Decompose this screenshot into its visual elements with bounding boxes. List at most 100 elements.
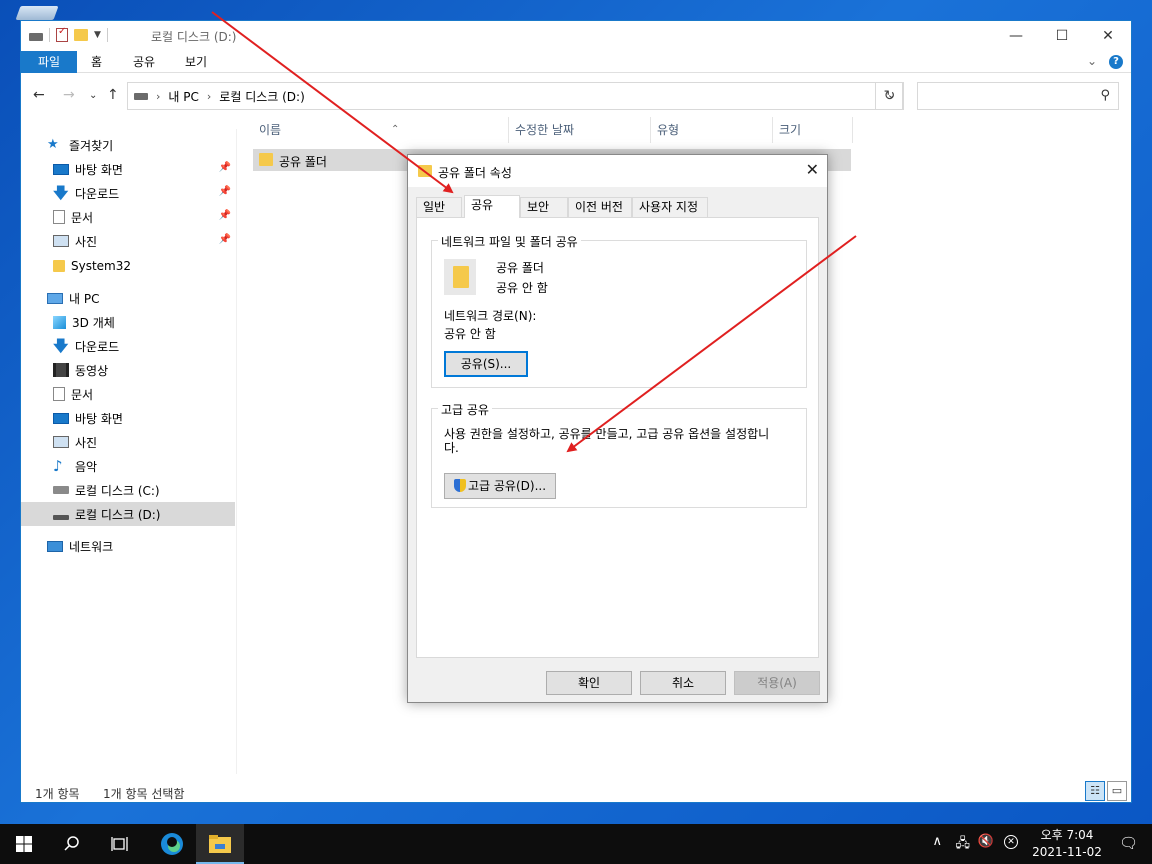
edge-icon <box>161 833 183 855</box>
address-bar[interactable]: › 내 PC › 로컬 디스크 (D:) ⌄ <box>127 82 903 110</box>
chevron-right-icon[interactable]: › <box>156 90 160 103</box>
document-icon <box>53 210 65 224</box>
column-date-modified[interactable]: 수정한 날짜 <box>509 117 651 143</box>
clock[interactable]: 오후 7:04 2021-11-02 <box>1032 827 1102 861</box>
dialog-titlebar: 공유 폴더 속성 ✕ <box>408 155 827 187</box>
recycle-bin-icon[interactable] <box>15 6 59 20</box>
advanced-sharing-button[interactable]: 고급 공유(D)... <box>444 473 556 499</box>
drive-icon <box>53 486 69 494</box>
sidebar-item-music[interactable]: ♪ 음악 <box>21 454 235 478</box>
maximize-button[interactable]: ☐ <box>1039 21 1085 51</box>
computer-icon <box>47 292 63 304</box>
item-count: 1개 항목 <box>35 787 80 801</box>
sidebar-item-documents-pc[interactable]: 문서 <box>21 382 235 406</box>
customize-dropdown-icon[interactable]: ▼ <box>94 30 101 40</box>
tab-home[interactable]: 홈 <box>91 51 102 73</box>
file-explorer-icon <box>209 835 231 853</box>
folder-icon <box>53 260 65 272</box>
file-explorer-button[interactable] <box>196 824 244 864</box>
large-icons-view-icon[interactable]: ▭ <box>1107 781 1127 801</box>
minimize-button[interactable]: — <box>993 21 1039 51</box>
properties-icon[interactable] <box>56 26 68 42</box>
notification-x-icon[interactable]: ✕ <box>1004 835 1018 849</box>
new-folder-icon[interactable] <box>74 29 88 41</box>
search-button[interactable] <box>48 824 96 864</box>
action-center-icon[interactable]: 🗨 <box>1119 834 1138 852</box>
search-input[interactable]: ⚲ <box>917 82 1119 110</box>
details-view-icon[interactable]: ☷ <box>1085 781 1105 801</box>
volume-muted-icon[interactable]: 🔇 <box>978 834 994 849</box>
pictures-icon <box>53 235 69 247</box>
file-name: 공유 폴더 <box>279 155 327 169</box>
recent-dropdown-icon[interactable]: ⌄ <box>89 90 97 101</box>
close-icon[interactable]: ✕ <box>806 160 819 179</box>
sharing-panel: 네트워크 파일 및 폴더 공유 공유 폴더 공유 안 함 네트워크 경로(N):… <box>416 217 819 658</box>
properties-dialog: 공유 폴더 속성 ✕ 일반 공유 보안 이전 버전 사용자 지정 네트워크 파일… <box>407 154 828 703</box>
tab-sharing[interactable]: 공유 <box>464 195 520 218</box>
forward-icon[interactable]: → <box>63 87 75 103</box>
sidebar-item-system32[interactable]: System32 <box>21 254 235 278</box>
sidebar-item-drive-c[interactable]: 로컬 디스크 (C:) <box>21 478 235 502</box>
column-name[interactable]: 이름 ⌃ <box>253 117 509 143</box>
refresh-button[interactable]: ↻ <box>875 82 904 110</box>
network-sharing-group: 네트워크 파일 및 폴더 공유 공유 폴더 공유 안 함 네트워크 경로(N):… <box>431 233 807 388</box>
status-bar: 1개 항목 1개 항목 선택함 ☷ ▭ <box>21 781 1131 803</box>
network-icon[interactable]: 🖧 <box>956 834 971 856</box>
column-type[interactable]: 유형 <box>651 117 773 143</box>
close-button[interactable]: ✕ <box>1085 21 1131 51</box>
tab-view[interactable]: 보기 <box>185 51 207 73</box>
edge-button[interactable] <box>148 824 196 864</box>
sidebar-item-pictures-pc[interactable]: 사진 <box>21 430 235 454</box>
breadcrumb-this-pc[interactable]: 내 PC <box>168 88 198 105</box>
sidebar-item-desktop-pc[interactable]: 바탕 화면 <box>21 406 235 430</box>
sidebar-item-pictures[interactable]: 사진 📌 <box>21 229 235 253</box>
sidebar-item-network[interactable]: 네트워크 <box>21 534 235 558</box>
apply-button[interactable]: 적용(A) <box>734 671 820 695</box>
pin-icon: 📌 <box>218 186 231 197</box>
sidebar-item-downloads[interactable]: 🡇 다운로드 📌 <box>21 181 235 205</box>
up-icon[interactable]: ↑ <box>107 87 119 103</box>
help-icon[interactable]: ? <box>1109 55 1123 69</box>
window-controls: — ☐ ✕ <box>993 21 1131 51</box>
divider <box>49 28 50 42</box>
sidebar-item-this-pc[interactable]: 내 PC <box>21 286 235 310</box>
breadcrumb-drive-d[interactable]: 로컬 디스크 (D:) <box>219 88 304 105</box>
download-icon: 🡇 <box>53 337 69 355</box>
share-state: 공유 안 함 <box>496 281 548 295</box>
tab-file[interactable]: 파일 <box>21 51 77 73</box>
sidebar-item-3d-objects[interactable]: 3D 개체 <box>21 310 235 334</box>
ok-button[interactable]: 확인 <box>546 671 632 695</box>
sidebar-item-drive-d[interactable]: 로컬 디스크 (D:) <box>21 502 235 526</box>
sidebar-item-videos[interactable]: 동영상 <box>21 358 235 382</box>
cancel-button[interactable]: 취소 <box>640 671 726 695</box>
navigation-bar: ← → ⌄ ↑ › 내 PC › 로컬 디스크 (D:) ⌄ ↻ ⚲ <box>21 81 1131 113</box>
chevron-up-icon[interactable]: ∧ <box>932 834 942 849</box>
tab-share[interactable]: 공유 <box>133 51 155 73</box>
sidebar-item-quick-access[interactable]: ★ 즐겨찾기 <box>21 133 235 157</box>
dialog-footer: 확인 취소 적용(A) <box>408 660 827 704</box>
music-note-icon: ♪ <box>53 457 63 475</box>
start-button[interactable] <box>0 824 48 864</box>
column-size[interactable]: 크기 <box>773 117 853 143</box>
network-path-value: 공유 안 함 <box>444 327 496 341</box>
chevron-right-icon[interactable]: › <box>207 90 211 103</box>
sidebar-item-downloads-pc[interactable]: 🡇 다운로드 <box>21 334 235 358</box>
dialog-title: 공유 폴더 속성 <box>438 166 512 180</box>
desktop-icon <box>53 412 69 424</box>
expand-ribbon-icon[interactable]: ⌄ <box>1087 54 1097 68</box>
uac-shield-icon <box>453 479 466 492</box>
pin-icon: 📌 <box>218 162 231 173</box>
task-view-button[interactable] <box>96 824 144 864</box>
share-button[interactable]: 공유(S)... <box>444 351 528 377</box>
tab-general[interactable]: 일반 <box>416 197 462 217</box>
divider <box>106 28 108 42</box>
sidebar-item-desktop[interactable]: 바탕 화면 📌 <box>21 157 235 181</box>
tab-security[interactable]: 보안 <box>520 197 568 217</box>
tab-customize[interactable]: 사용자 지정 <box>632 197 708 217</box>
sidebar-item-documents[interactable]: 문서 📌 <box>21 205 235 229</box>
pictures-icon <box>53 436 69 448</box>
tab-previous-versions[interactable]: 이전 버전 <box>568 197 632 217</box>
task-view-icon <box>111 837 128 851</box>
clock-date: 2021-11-02 <box>1032 845 1102 859</box>
back-icon[interactable]: ← <box>33 87 45 103</box>
